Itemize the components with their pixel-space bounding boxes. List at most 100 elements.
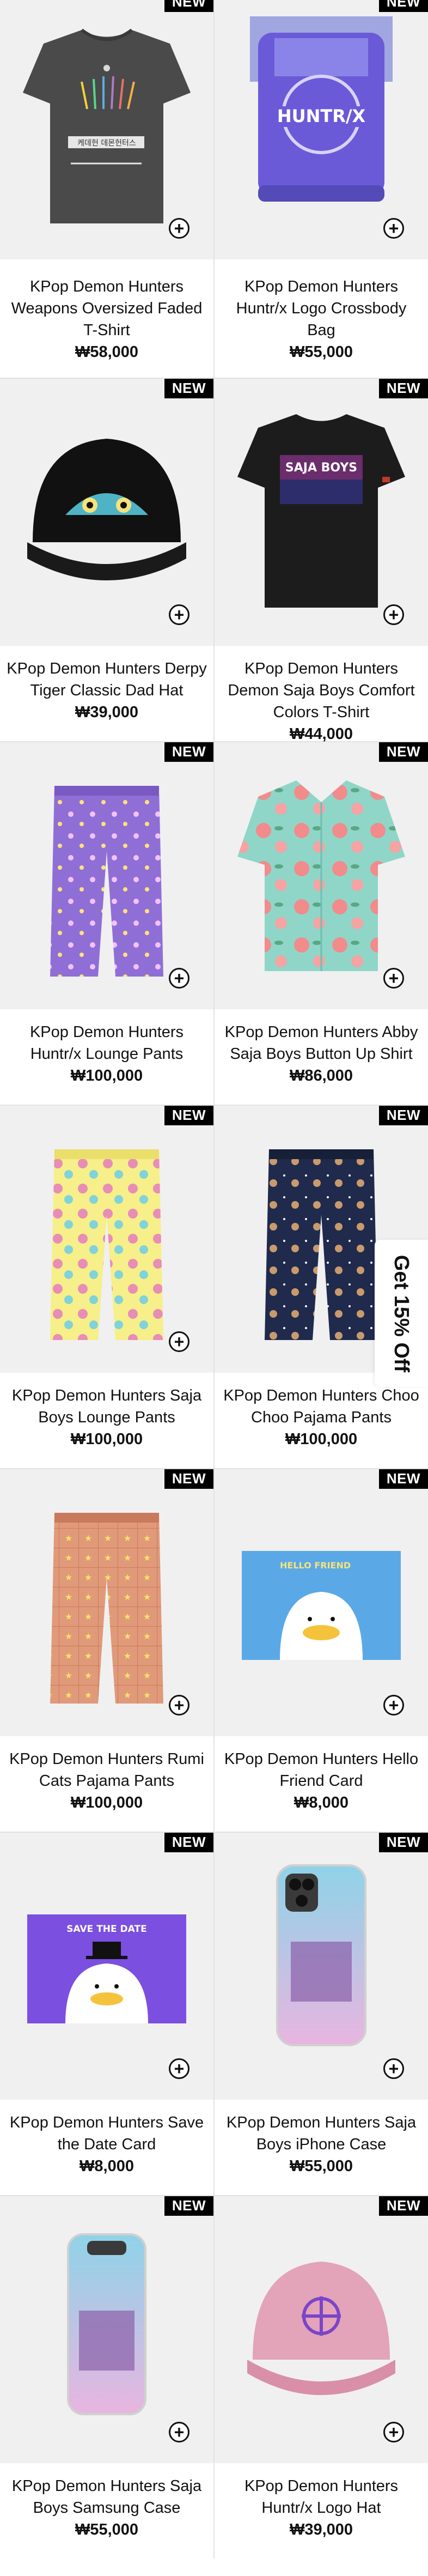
product-price: ₩100,000 xyxy=(70,1794,143,1811)
new-badge: NEW xyxy=(378,0,428,12)
product-image[interactable]: NEW + xyxy=(0,379,213,646)
product-image[interactable]: NEW ★ + xyxy=(0,1469,213,1736)
product-card[interactable]: NEW + KPop Demon Hunters Abby Saja Boys … xyxy=(215,742,428,1105)
new-badge: NEW xyxy=(164,1833,213,1852)
product-image[interactable]: NEW HUNTR/X + xyxy=(215,0,428,259)
product-title[interactable]: KPop Demon Hunters Saja Boys Lounge Pant… xyxy=(7,1385,207,1428)
discount-promo-tab[interactable]: Get 15% Off xyxy=(375,1240,428,1387)
add-to-cart-button[interactable]: + xyxy=(169,968,189,989)
add-to-cart-button[interactable]: + xyxy=(383,2422,404,2442)
product-image[interactable]: NEW SAJA BOYS + xyxy=(215,379,428,646)
product-image[interactable]: NEW + xyxy=(215,2196,428,2463)
product-info: KPop Demon Hunters Huntr/x Logo Crossbod… xyxy=(215,259,428,363)
promo-tab-label: Get 15% Off xyxy=(390,1254,413,1372)
product-title[interactable]: KPop Demon Hunters Hello Friend Card xyxy=(221,1748,421,1792)
product-title[interactable]: KPop Demon Hunters Huntr/x Logo Hat xyxy=(221,2475,421,2519)
add-to-cart-button[interactable]: + xyxy=(169,2422,189,2442)
svg-text:SAJA BOYS: SAJA BOYS xyxy=(285,461,357,475)
product-price: ₩39,000 xyxy=(75,704,139,721)
product-card[interactable]: NEW + KPop Demon Hunters Huntr/x Lounge … xyxy=(0,742,213,1105)
add-to-cart-button[interactable]: + xyxy=(169,2058,189,2079)
product-info: KPop Demon Hunters Huntr/x Logo Hat ₩39,… xyxy=(215,2463,428,2541)
product-info: KPop Demon Hunters Derpy Tiger Classic D… xyxy=(0,646,213,723)
svg-text:HELLO FRIEND: HELLO FRIEND xyxy=(280,1560,351,1571)
new-badge: NEW xyxy=(378,1106,428,1125)
product-card[interactable]: NEW 케데헌 데몬헌터스 + KPop Demon Hunters Weapo… xyxy=(0,0,213,378)
product-info: KPop Demon Hunters Saja Boys Samsung Cas… xyxy=(0,2463,213,2541)
product-title[interactable]: KPop Demon Hunters Saja Boys Samsung Cas… xyxy=(7,2475,207,2519)
new-badge: NEW xyxy=(378,1469,428,1489)
svg-text:케데헌 데몬헌터스: 케데헌 데몬헌터스 xyxy=(77,139,136,148)
product-info: KPop Demon Hunters Abby Saja Boys Button… xyxy=(215,1009,428,1087)
product-image[interactable]: NEW + xyxy=(0,2196,213,2463)
product-price: ₩55,000 xyxy=(289,343,353,361)
product-image[interactable]: NEW + xyxy=(215,1833,428,2100)
new-badge: NEW xyxy=(164,1106,213,1125)
new-badge: NEW xyxy=(378,379,428,398)
product-image[interactable]: NEW + xyxy=(0,1106,213,1373)
product-price: ₩100,000 xyxy=(285,1431,358,1448)
product-card[interactable]: NEW + KPop Demon Hunters Derpy Tiger Cla… xyxy=(0,379,213,741)
product-price: ₩100,000 xyxy=(70,1431,143,1448)
add-to-cart-button[interactable]: + xyxy=(169,218,189,239)
product-card[interactable]: NEW + KPop Demon Hunters Saja Boys Loung… xyxy=(0,1106,213,1468)
product-image[interactable]: NEW 케데헌 데몬헌터스 + xyxy=(0,0,213,259)
product-price: ₩55,000 xyxy=(289,2157,353,2175)
product-card[interactable]: NEW + KPop Demon Hunters Saja Boys Samsu… xyxy=(0,2196,213,2559)
add-to-cart-button[interactable]: + xyxy=(169,1695,189,1716)
new-badge: NEW xyxy=(164,379,213,398)
add-to-cart-button[interactable]: + xyxy=(383,218,404,239)
product-info: KPop Demon Hunters Rumi Cats Pajama Pant… xyxy=(0,1736,213,1814)
add-to-cart-button[interactable]: + xyxy=(383,2058,404,2079)
product-image[interactable]: NEW HELLO FRIEND + xyxy=(215,1469,428,1736)
product-title[interactable]: KPop Demon Hunters Choo Choo Pajama Pant… xyxy=(221,1385,421,1428)
product-title[interactable]: KPop Demon Hunters Rumi Cats Pajama Pant… xyxy=(7,1748,207,1792)
add-to-cart-button[interactable]: + xyxy=(169,1331,189,1352)
product-card[interactable]: NEW ★ + KPop Demon Hunters Rumi Cats Paj… xyxy=(0,1469,213,1832)
product-price: ₩8,000 xyxy=(294,1794,348,1811)
product-info: KPop Demon Hunters Weapons Oversized Fad… xyxy=(0,259,213,363)
product-info: KPop Demon Hunters Demon Saja Boys Comfo… xyxy=(215,646,428,745)
product-card[interactable]: NEW HELLO FRIEND + KPop Demon Hunters He… xyxy=(215,1469,428,1832)
new-badge: NEW xyxy=(378,742,428,762)
product-price: ₩86,000 xyxy=(289,1067,353,1084)
product-price: ₩100,000 xyxy=(70,1067,143,1084)
product-price: ₩58,000 xyxy=(75,343,139,361)
product-price: ₩55,000 xyxy=(75,2521,139,2538)
product-card[interactable]: NEW SAJA BOYS + KPop Demon Hunters Demon… xyxy=(215,379,428,743)
new-badge: NEW xyxy=(378,2196,428,2216)
product-title[interactable]: KPop Demon Hunters Huntr/x Logo Crossbod… xyxy=(221,276,421,341)
product-card[interactable]: NEW SAVE THE DATE + KPop Demon Hunters S… xyxy=(0,1833,213,2195)
product-title[interactable]: KPop Demon Hunters Abby Saja Boys Button… xyxy=(221,1021,421,1065)
product-info: KPop Demon Hunters Save the Date Card ₩8… xyxy=(0,2100,213,2177)
product-title[interactable]: KPop Demon Hunters Weapons Oversized Fad… xyxy=(7,276,207,341)
new-badge: NEW xyxy=(164,1469,213,1489)
product-title[interactable]: KPop Demon Hunters Derpy Tiger Classic D… xyxy=(7,658,207,701)
svg-text:HUNTR/X: HUNTR/X xyxy=(277,106,366,126)
product-info: KPop Demon Hunters Saja Boys Lounge Pant… xyxy=(0,1373,213,1450)
product-grid: NEW 케데헌 데몬헌터스 + KPop Demon Hunters Weapo… xyxy=(0,0,428,2559)
add-to-cart-button[interactable]: + xyxy=(383,968,404,989)
product-price: ₩44,000 xyxy=(289,725,353,743)
product-card[interactable]: NEW + KPop Demon Hunters Huntr/x Logo Ha… xyxy=(215,2196,428,2559)
product-image[interactable]: NEW + xyxy=(215,742,428,1009)
product-info: KPop Demon Hunters Huntr/x Lounge Pants … xyxy=(0,1009,213,1087)
product-info: KPop Demon Hunters Hello Friend Card ₩8,… xyxy=(215,1736,428,1814)
new-badge: NEW xyxy=(378,1833,428,1852)
product-info: KPop Demon Hunters Saja Boys iPhone Case… xyxy=(215,2100,428,2177)
new-badge: NEW xyxy=(164,0,213,12)
add-to-cart-button[interactable]: + xyxy=(383,1695,404,1716)
product-title[interactable]: KPop Demon Hunters Saja Boys iPhone Case xyxy=(221,2112,421,2155)
product-image[interactable]: NEW SAVE THE DATE + xyxy=(0,1833,213,2100)
add-to-cart-button[interactable]: + xyxy=(169,604,189,625)
product-price: ₩8,000 xyxy=(80,2157,134,2175)
new-badge: NEW xyxy=(164,742,213,762)
product-title[interactable]: KPop Demon Hunters Huntr/x Lounge Pants xyxy=(7,1021,207,1065)
product-card[interactable]: NEW HUNTR/X + KPop Demon Hunters Huntr/x… xyxy=(215,0,428,378)
product-title[interactable]: KPop Demon Hunters Save the Date Card xyxy=(7,2112,207,2155)
product-card[interactable]: NEW + KPop Demon Hunters Saja Boys iPhon… xyxy=(215,1833,428,2195)
product-title[interactable]: KPop Demon Hunters Demon Saja Boys Comfo… xyxy=(221,658,421,723)
product-image[interactable]: NEW + xyxy=(0,742,213,1009)
add-to-cart-button[interactable]: + xyxy=(383,604,404,625)
new-badge: NEW xyxy=(164,2196,213,2216)
